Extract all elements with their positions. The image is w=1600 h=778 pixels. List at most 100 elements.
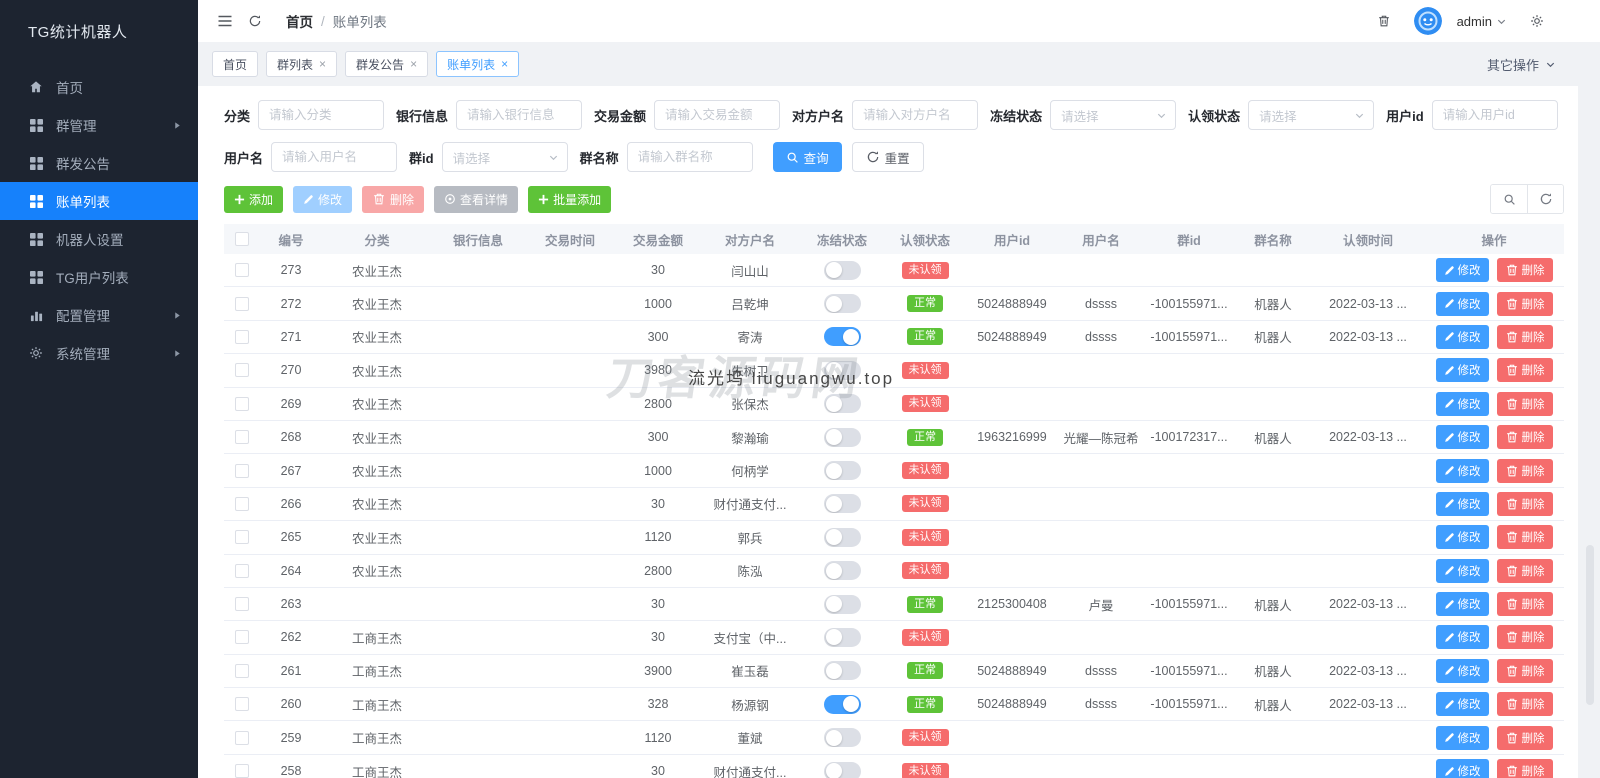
add-button[interactable]: 添加 <box>224 185 284 213</box>
frozen-toggle[interactable] <box>823 327 861 347</box>
row-checkbox[interactable] <box>235 329 249 344</box>
edit-row-button[interactable]: 修改 <box>1435 491 1489 516</box>
tab-bill-list[interactable]: 账单列表 × <box>436 51 520 77</box>
gear-icon[interactable] <box>1522 6 1552 36</box>
filter-select-claim-status[interactable]: 请选择 <box>1248 100 1375 130</box>
sidebar-item-system-management[interactable]: 系统管理 <box>0 334 198 372</box>
scrollbar-thumb[interactable] <box>1586 545 1594 705</box>
edit-row-button[interactable]: 修改 <box>1435 625 1489 650</box>
edit-row-button[interactable]: 修改 <box>1435 525 1489 550</box>
delete-row-button[interactable]: 删除 <box>1496 692 1553 717</box>
close-icon[interactable]: × <box>319 58 326 70</box>
edit-row-button[interactable]: 修改 <box>1435 759 1489 778</box>
sidebar-item-tg-user-list[interactable]: TG用户列表 <box>0 258 198 296</box>
frozen-toggle[interactable] <box>823 561 861 581</box>
delete-row-button[interactable]: 删除 <box>1496 391 1553 416</box>
table-search-button[interactable] <box>1491 185 1527 213</box>
edit-row-button[interactable]: 修改 <box>1435 391 1489 416</box>
edit-row-button[interactable]: 修改 <box>1435 324 1489 349</box>
sidebar-item-group-management[interactable]: 群管理 <box>0 106 198 144</box>
close-icon[interactable]: × <box>410 58 417 70</box>
edit-row-button[interactable]: 修改 <box>1435 291 1489 316</box>
row-checkbox[interactable] <box>235 363 249 378</box>
frozen-toggle[interactable] <box>823 427 861 447</box>
row-checkbox[interactable] <box>235 496 249 511</box>
delete-row-button[interactable]: 删除 <box>1496 324 1553 349</box>
delete-row-button[interactable]: 删除 <box>1496 525 1553 550</box>
view-detail-button[interactable]: 查看详情 <box>434 185 519 213</box>
row-checkbox[interactable] <box>235 463 249 478</box>
row-checkbox[interactable] <box>235 697 249 712</box>
sidebar-item-home[interactable]: 首页 <box>0 68 198 106</box>
filter-input-amount[interactable] <box>654 100 781 130</box>
frozen-toggle[interactable] <box>823 461 861 481</box>
edit-row-button[interactable]: 修改 <box>1435 658 1489 683</box>
delete-row-button[interactable]: 删除 <box>1496 491 1553 516</box>
search-button[interactable]: 查询 <box>772 142 842 172</box>
row-checkbox[interactable] <box>235 563 249 578</box>
filter-input-user-id[interactable] <box>1431 100 1558 130</box>
frozen-toggle[interactable] <box>823 527 861 547</box>
edit-row-button[interactable]: 修改 <box>1435 692 1489 717</box>
row-checkbox[interactable] <box>235 630 249 645</box>
sidebar-item-bill-list[interactable]: 账单列表 <box>0 182 198 220</box>
filter-input-group-name[interactable] <box>626 142 753 172</box>
sidebar-item-config-management[interactable]: 配置管理 <box>0 296 198 334</box>
row-checkbox[interactable] <box>235 263 249 278</box>
edit-button[interactable]: 修改 <box>293 185 353 213</box>
filter-input-category[interactable] <box>258 100 385 130</box>
refresh-icon[interactable] <box>240 6 270 36</box>
reset-button[interactable]: 重置 <box>851 142 924 172</box>
frozen-toggle[interactable] <box>823 694 861 714</box>
row-checkbox[interactable] <box>235 597 249 612</box>
tab-group-list[interactable]: 群列表 × <box>266 51 338 77</box>
edit-row-button[interactable]: 修改 <box>1435 558 1489 583</box>
edit-row-button[interactable]: 修改 <box>1435 358 1489 383</box>
close-icon[interactable]: × <box>501 58 508 70</box>
edit-row-button[interactable]: 修改 <box>1435 725 1489 750</box>
table-refresh-button[interactable] <box>1527 185 1563 213</box>
delete-row-button[interactable]: 删除 <box>1496 458 1553 483</box>
frozen-toggle[interactable] <box>823 761 861 778</box>
user-menu[interactable]: admin <box>1457 14 1507 29</box>
row-checkbox[interactable] <box>235 396 249 411</box>
row-checkbox[interactable] <box>235 663 249 678</box>
batch-add-button[interactable]: 批量添加 <box>528 185 612 213</box>
breadcrumb-home[interactable]: 首页 <box>286 11 313 31</box>
filter-input-payer-name[interactable] <box>852 100 979 130</box>
delete-row-button[interactable]: 删除 <box>1496 658 1553 683</box>
filter-select-frozen-status[interactable]: 请选择 <box>1050 100 1177 130</box>
select-all-checkbox[interactable] <box>235 232 249 246</box>
delete-row-button[interactable]: 删除 <box>1496 291 1553 316</box>
delete-row-button[interactable]: 删除 <box>1496 625 1553 650</box>
frozen-toggle[interactable] <box>823 661 861 681</box>
frozen-toggle[interactable] <box>823 728 861 748</box>
hamburger-icon[interactable] <box>210 6 240 36</box>
frozen-toggle[interactable] <box>823 594 861 614</box>
avatar[interactable] <box>1413 7 1442 35</box>
frozen-toggle[interactable] <box>823 494 861 514</box>
delete-button[interactable]: 删除 <box>362 185 425 213</box>
row-checkbox[interactable] <box>235 730 249 745</box>
frozen-toggle[interactable] <box>823 627 861 647</box>
delete-row-button[interactable]: 删除 <box>1496 759 1553 778</box>
sidebar-item-robot-settings[interactable]: 机器人设置 <box>0 220 198 258</box>
edit-row-button[interactable]: 修改 <box>1435 458 1489 483</box>
delete-row-button[interactable]: 删除 <box>1496 725 1553 750</box>
row-checkbox[interactable] <box>235 430 249 445</box>
edit-row-button[interactable]: 修改 <box>1435 592 1489 617</box>
tab-broadcast[interactable]: 群发公告 × <box>345 51 429 77</box>
delete-row-button[interactable]: 删除 <box>1496 558 1553 583</box>
frozen-toggle[interactable] <box>823 360 861 380</box>
trash-icon[interactable] <box>1369 6 1399 36</box>
more-actions-dropdown[interactable]: 其它操作 <box>1487 55 1556 74</box>
edit-row-button[interactable]: 修改 <box>1435 425 1489 450</box>
delete-row-button[interactable]: 删除 <box>1496 258 1553 283</box>
filter-input-bank-info[interactable] <box>456 100 583 130</box>
frozen-toggle[interactable] <box>823 394 861 414</box>
delete-row-button[interactable]: 删除 <box>1496 425 1553 450</box>
edit-row-button[interactable]: 修改 <box>1435 258 1489 283</box>
row-checkbox[interactable] <box>235 764 249 778</box>
row-checkbox[interactable] <box>235 530 249 545</box>
row-checkbox[interactable] <box>235 296 249 311</box>
